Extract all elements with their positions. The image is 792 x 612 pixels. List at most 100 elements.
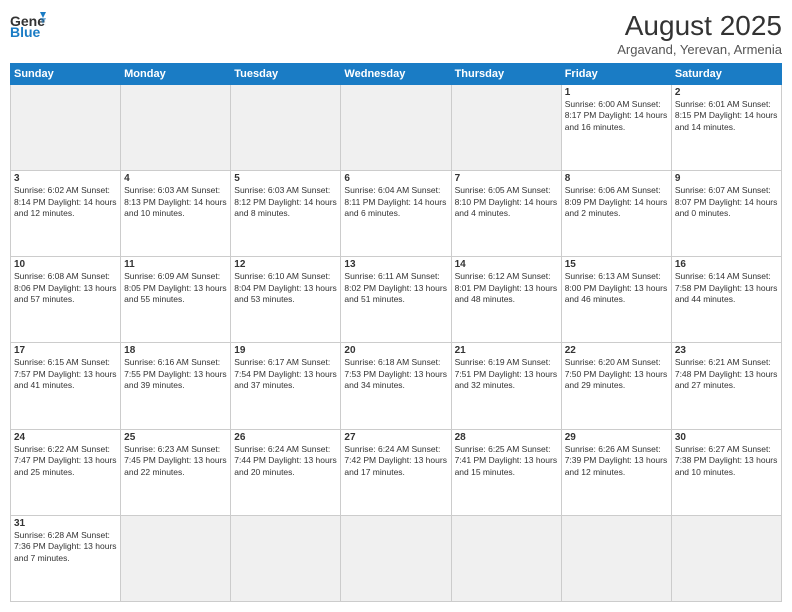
calendar-cell <box>121 85 231 171</box>
calendar-week-0: 1Sunrise: 6:00 AM Sunset: 8:17 PM Daylig… <box>11 85 782 171</box>
header-sunday: Sunday <box>11 64 121 85</box>
day-number: 20 <box>344 345 447 356</box>
calendar-cell: 5Sunrise: 6:03 AM Sunset: 8:12 PM Daylig… <box>231 171 341 257</box>
calendar-cell <box>341 515 451 601</box>
header: General Blue August 2025 Argavand, Yerev… <box>10 10 782 57</box>
day-number: 7 <box>455 173 558 184</box>
day-number: 31 <box>14 518 117 529</box>
calendar-week-2: 10Sunrise: 6:08 AM Sunset: 8:06 PM Dayli… <box>11 257 782 343</box>
day-info: Sunrise: 6:01 AM Sunset: 8:15 PM Dayligh… <box>675 99 778 133</box>
day-number: 12 <box>234 259 337 270</box>
calendar-cell: 10Sunrise: 6:08 AM Sunset: 8:06 PM Dayli… <box>11 257 121 343</box>
day-info: Sunrise: 6:20 AM Sunset: 7:50 PM Dayligh… <box>565 357 668 391</box>
calendar-cell: 1Sunrise: 6:00 AM Sunset: 8:17 PM Daylig… <box>561 85 671 171</box>
calendar-cell <box>231 515 341 601</box>
calendar-cell: 31Sunrise: 6:28 AM Sunset: 7:36 PM Dayli… <box>11 515 121 601</box>
day-info: Sunrise: 6:11 AM Sunset: 8:02 PM Dayligh… <box>344 271 447 305</box>
day-number: 16 <box>675 259 778 270</box>
day-number: 15 <box>565 259 668 270</box>
day-number: 19 <box>234 345 337 356</box>
day-info: Sunrise: 6:07 AM Sunset: 8:07 PM Dayligh… <box>675 185 778 219</box>
day-number: 29 <box>565 432 668 443</box>
calendar-cell <box>451 515 561 601</box>
header-friday: Friday <box>561 64 671 85</box>
day-number: 11 <box>124 259 227 270</box>
day-info: Sunrise: 6:16 AM Sunset: 7:55 PM Dayligh… <box>124 357 227 391</box>
day-info: Sunrise: 6:28 AM Sunset: 7:36 PM Dayligh… <box>14 530 117 564</box>
day-info: Sunrise: 6:02 AM Sunset: 8:14 PM Dayligh… <box>14 185 117 219</box>
calendar-cell: 13Sunrise: 6:11 AM Sunset: 8:02 PM Dayli… <box>341 257 451 343</box>
day-number: 1 <box>565 87 668 98</box>
calendar-cell: 19Sunrise: 6:17 AM Sunset: 7:54 PM Dayli… <box>231 343 341 429</box>
day-info: Sunrise: 6:15 AM Sunset: 7:57 PM Dayligh… <box>14 357 117 391</box>
calendar-header-row: Sunday Monday Tuesday Wednesday Thursday… <box>11 64 782 85</box>
day-number: 13 <box>344 259 447 270</box>
calendar-cell: 2Sunrise: 6:01 AM Sunset: 8:15 PM Daylig… <box>671 85 781 171</box>
day-info: Sunrise: 6:25 AM Sunset: 7:41 PM Dayligh… <box>455 444 558 478</box>
day-info: Sunrise: 6:00 AM Sunset: 8:17 PM Dayligh… <box>565 99 668 133</box>
day-info: Sunrise: 6:21 AM Sunset: 7:48 PM Dayligh… <box>675 357 778 391</box>
day-info: Sunrise: 6:22 AM Sunset: 7:47 PM Dayligh… <box>14 444 117 478</box>
calendar-cell: 3Sunrise: 6:02 AM Sunset: 8:14 PM Daylig… <box>11 171 121 257</box>
calendar-cell <box>561 515 671 601</box>
day-number: 21 <box>455 345 558 356</box>
calendar-week-3: 17Sunrise: 6:15 AM Sunset: 7:57 PM Dayli… <box>11 343 782 429</box>
day-number: 17 <box>14 345 117 356</box>
day-info: Sunrise: 6:27 AM Sunset: 7:38 PM Dayligh… <box>675 444 778 478</box>
day-info: Sunrise: 6:24 AM Sunset: 7:44 PM Dayligh… <box>234 444 337 478</box>
day-info: Sunrise: 6:26 AM Sunset: 7:39 PM Dayligh… <box>565 444 668 478</box>
calendar-cell: 22Sunrise: 6:20 AM Sunset: 7:50 PM Dayli… <box>561 343 671 429</box>
calendar-cell: 15Sunrise: 6:13 AM Sunset: 8:00 PM Dayli… <box>561 257 671 343</box>
day-number: 18 <box>124 345 227 356</box>
calendar-cell: 27Sunrise: 6:24 AM Sunset: 7:42 PM Dayli… <box>341 429 451 515</box>
calendar-table: Sunday Monday Tuesday Wednesday Thursday… <box>10 63 782 602</box>
day-info: Sunrise: 6:05 AM Sunset: 8:10 PM Dayligh… <box>455 185 558 219</box>
day-info: Sunrise: 6:08 AM Sunset: 8:06 PM Dayligh… <box>14 271 117 305</box>
header-tuesday: Tuesday <box>231 64 341 85</box>
day-info: Sunrise: 6:10 AM Sunset: 8:04 PM Dayligh… <box>234 271 337 305</box>
calendar-cell: 12Sunrise: 6:10 AM Sunset: 8:04 PM Dayli… <box>231 257 341 343</box>
calendar-cell: 20Sunrise: 6:18 AM Sunset: 7:53 PM Dayli… <box>341 343 451 429</box>
day-info: Sunrise: 6:03 AM Sunset: 8:12 PM Dayligh… <box>234 185 337 219</box>
day-info: Sunrise: 6:23 AM Sunset: 7:45 PM Dayligh… <box>124 444 227 478</box>
calendar-cell: 23Sunrise: 6:21 AM Sunset: 7:48 PM Dayli… <box>671 343 781 429</box>
calendar-cell <box>671 515 781 601</box>
day-number: 23 <box>675 345 778 356</box>
day-number: 25 <box>124 432 227 443</box>
calendar-cell: 9Sunrise: 6:07 AM Sunset: 8:07 PM Daylig… <box>671 171 781 257</box>
calendar-week-5: 31Sunrise: 6:28 AM Sunset: 7:36 PM Dayli… <box>11 515 782 601</box>
logo: General Blue <box>10 10 46 38</box>
day-number: 10 <box>14 259 117 270</box>
day-info: Sunrise: 6:03 AM Sunset: 8:13 PM Dayligh… <box>124 185 227 219</box>
title-block: August 2025 Argavand, Yerevan, Armenia <box>617 10 782 57</box>
calendar-cell: 28Sunrise: 6:25 AM Sunset: 7:41 PM Dayli… <box>451 429 561 515</box>
page: General Blue August 2025 Argavand, Yerev… <box>0 0 792 612</box>
calendar-cell <box>231 85 341 171</box>
calendar-cell: 16Sunrise: 6:14 AM Sunset: 7:58 PM Dayli… <box>671 257 781 343</box>
day-number: 26 <box>234 432 337 443</box>
calendar-cell: 18Sunrise: 6:16 AM Sunset: 7:55 PM Dayli… <box>121 343 231 429</box>
svg-text:Blue: Blue <box>10 24 41 38</box>
day-number: 22 <box>565 345 668 356</box>
day-info: Sunrise: 6:09 AM Sunset: 8:05 PM Dayligh… <box>124 271 227 305</box>
calendar-cell: 29Sunrise: 6:26 AM Sunset: 7:39 PM Dayli… <box>561 429 671 515</box>
day-number: 24 <box>14 432 117 443</box>
day-info: Sunrise: 6:18 AM Sunset: 7:53 PM Dayligh… <box>344 357 447 391</box>
day-number: 9 <box>675 173 778 184</box>
calendar-cell <box>11 85 121 171</box>
day-info: Sunrise: 6:14 AM Sunset: 7:58 PM Dayligh… <box>675 271 778 305</box>
day-number: 8 <box>565 173 668 184</box>
day-number: 6 <box>344 173 447 184</box>
calendar-week-1: 3Sunrise: 6:02 AM Sunset: 8:14 PM Daylig… <box>11 171 782 257</box>
calendar-cell: 7Sunrise: 6:05 AM Sunset: 8:10 PM Daylig… <box>451 171 561 257</box>
day-info: Sunrise: 6:12 AM Sunset: 8:01 PM Dayligh… <box>455 271 558 305</box>
calendar-cell: 4Sunrise: 6:03 AM Sunset: 8:13 PM Daylig… <box>121 171 231 257</box>
day-number: 30 <box>675 432 778 443</box>
calendar-cell: 21Sunrise: 6:19 AM Sunset: 7:51 PM Dayli… <box>451 343 561 429</box>
calendar-cell: 6Sunrise: 6:04 AM Sunset: 8:11 PM Daylig… <box>341 171 451 257</box>
location-subtitle: Argavand, Yerevan, Armenia <box>617 42 782 57</box>
logo-icon: General Blue <box>10 10 46 38</box>
day-info: Sunrise: 6:17 AM Sunset: 7:54 PM Dayligh… <box>234 357 337 391</box>
day-info: Sunrise: 6:04 AM Sunset: 8:11 PM Dayligh… <box>344 185 447 219</box>
day-info: Sunrise: 6:13 AM Sunset: 8:00 PM Dayligh… <box>565 271 668 305</box>
